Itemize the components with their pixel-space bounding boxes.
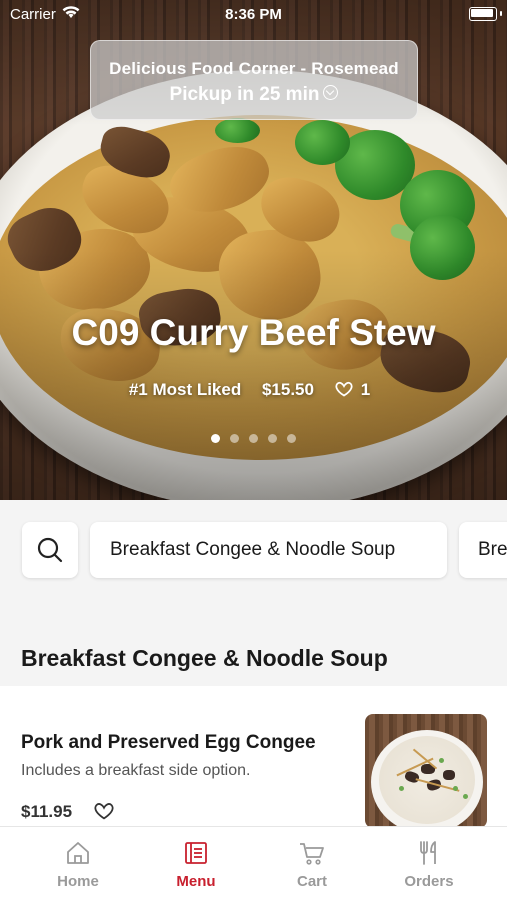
menu-icon	[185, 842, 207, 864]
search-button[interactable]	[22, 522, 78, 578]
tab-cart[interactable]: Cart	[249, 827, 375, 901]
menu-item-price: $11.95	[21, 802, 73, 821]
like-count-value: 1	[360, 380, 371, 399]
menu-item-description: Includes a breakfast side option.	[21, 762, 251, 779]
menu-item-image[interactable]	[365, 714, 487, 828]
favorite-heart-icon[interactable]	[94, 802, 114, 820]
tab-label: Cart	[296, 873, 327, 890]
pickup-eta-text: Pickup in 25 min	[169, 84, 320, 105]
home-icon	[67, 842, 89, 864]
scallion	[453, 786, 458, 791]
egg-piece	[443, 770, 455, 780]
menu-item-name: Pork and Preserved Egg Congee	[21, 732, 316, 753]
bottom-tab-bar: Home Menu Cart Orders	[0, 826, 507, 901]
pickup-eta: Pickup in 25 min	[91, 84, 417, 106]
tab-label: Menu	[176, 873, 216, 890]
cart-icon	[300, 843, 324, 865]
scallion	[399, 786, 404, 791]
tab-home[interactable]: Home	[15, 827, 141, 901]
category-chip-next[interactable]: Bre	[459, 522, 507, 578]
like-count[interactable]: 1	[335, 380, 378, 399]
scallion	[463, 794, 468, 799]
page-dot[interactable]	[287, 434, 296, 443]
featured-dish-title: C09 Curry Beef Stew	[71, 312, 436, 353]
page-dot[interactable]	[268, 434, 277, 443]
carousel-page-indicator[interactable]	[0, 430, 507, 448]
battery-tip	[500, 11, 502, 16]
category-chip-breakfast[interactable]: Breakfast Congee & Noodle Soup	[90, 522, 447, 578]
page-dot[interactable]	[230, 434, 239, 443]
battery-icon	[469, 7, 497, 21]
section-title: Breakfast Congee & Noodle Soup	[21, 645, 388, 671]
pickup-info-banner[interactable]: Delicious Food Corner - Rosemead Pickup …	[90, 40, 418, 120]
fork-knife-icon	[420, 841, 436, 865]
most-liked-badge: #1 Most Liked	[128, 380, 242, 399]
page-dot[interactable]	[249, 434, 258, 443]
tab-label: Orders	[404, 873, 454, 890]
search-icon	[37, 537, 63, 563]
featured-price: $15.50	[261, 380, 314, 399]
tab-label: Home	[57, 873, 99, 890]
status-time: 8:36 PM	[225, 6, 282, 23]
heart-icon	[335, 381, 353, 397]
congee-image	[379, 736, 475, 824]
store-name: Delicious Food Corner - Rosemead	[109, 59, 399, 78]
tab-orders[interactable]: Orders	[366, 827, 492, 901]
tab-menu[interactable]: Menu	[133, 827, 259, 901]
chevron-down-circle-icon	[323, 85, 339, 101]
featured-dish-meta: #1 Most Liked $15.50 1	[0, 380, 507, 400]
status-bar: Carrier 8:36 PM	[0, 0, 507, 30]
scallion	[439, 758, 444, 763]
page-dot[interactable]	[211, 434, 220, 443]
